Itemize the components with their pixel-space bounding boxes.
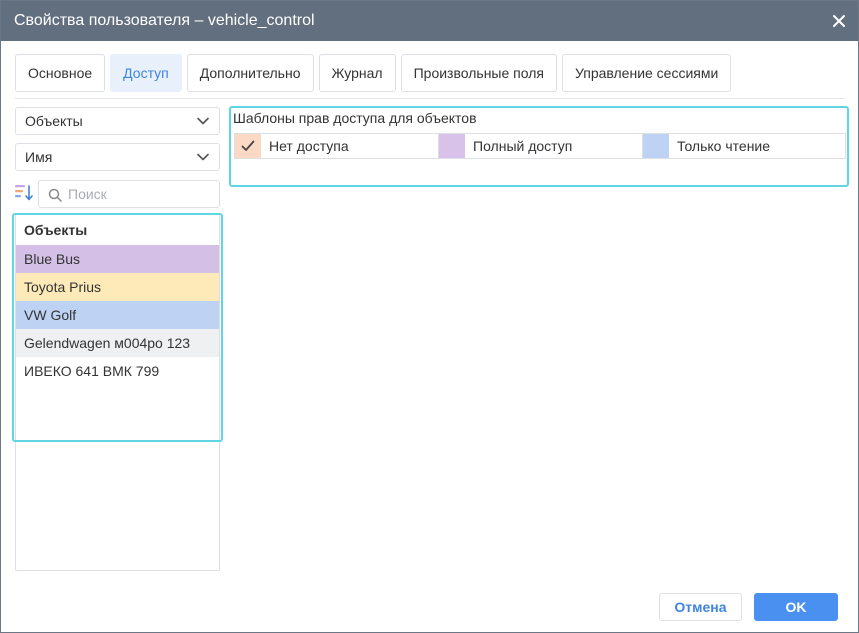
checkmark-icon	[241, 140, 255, 151]
access-templates-panel: Шаблоны прав доступа для объектов Нет до…	[229, 106, 849, 187]
search-input[interactable]	[68, 184, 213, 204]
ok-button[interactable]: OK	[754, 593, 838, 621]
access-templates-title: Шаблоны прав доступа для объектов	[233, 110, 477, 126]
tab-log[interactable]: Журнал	[318, 54, 396, 92]
dialog-title: Свойства пользователя – vehicle_control	[14, 12, 315, 29]
template-color-swatch	[439, 134, 465, 158]
chevron-down-icon	[197, 153, 209, 161]
tab-session-management[interactable]: Управление сессиями	[561, 54, 732, 92]
template-label: Только чтение	[677, 138, 771, 154]
sort-field-select[interactable]: Имя	[15, 143, 220, 171]
tabs-divider	[15, 98, 844, 99]
search-icon	[48, 188, 62, 202]
tab-access[interactable]: Доступ	[110, 54, 182, 92]
tab-custom-fields[interactable]: Произвольные поля	[400, 54, 557, 92]
access-templates-row: Нет доступа Полный доступ Только чтение	[234, 133, 846, 159]
close-icon[interactable]	[832, 14, 846, 28]
template-label: Нет доступа	[269, 138, 349, 154]
template-no-access[interactable]: Нет доступа	[235, 134, 438, 158]
cancel-button[interactable]: Отмена	[659, 593, 742, 621]
tab-bar: Основное Доступ Дополнительно Журнал Про…	[15, 54, 736, 92]
sort-by-color-icon[interactable]	[15, 184, 33, 202]
object-type-value: Объекты	[25, 113, 83, 129]
search-field	[38, 180, 220, 208]
object-type-select[interactable]: Объекты	[15, 107, 220, 135]
sort-field-value: Имя	[25, 149, 53, 165]
tab-basic[interactable]: Основное	[15, 54, 106, 92]
user-properties-dialog: Свойства пользователя – vehicle_control …	[0, 0, 859, 633]
template-label: Полный доступ	[473, 138, 573, 154]
title-bar: Свойства пользователя – vehicle_control	[1, 1, 858, 41]
template-read-only[interactable]: Только чтение	[643, 134, 845, 158]
chevron-down-icon	[197, 117, 209, 125]
object-list-highlight	[12, 213, 223, 442]
template-full-access[interactable]: Полный доступ	[439, 134, 642, 158]
tab-additional[interactable]: Дополнительно	[186, 54, 314, 92]
template-color-swatch	[643, 134, 669, 158]
